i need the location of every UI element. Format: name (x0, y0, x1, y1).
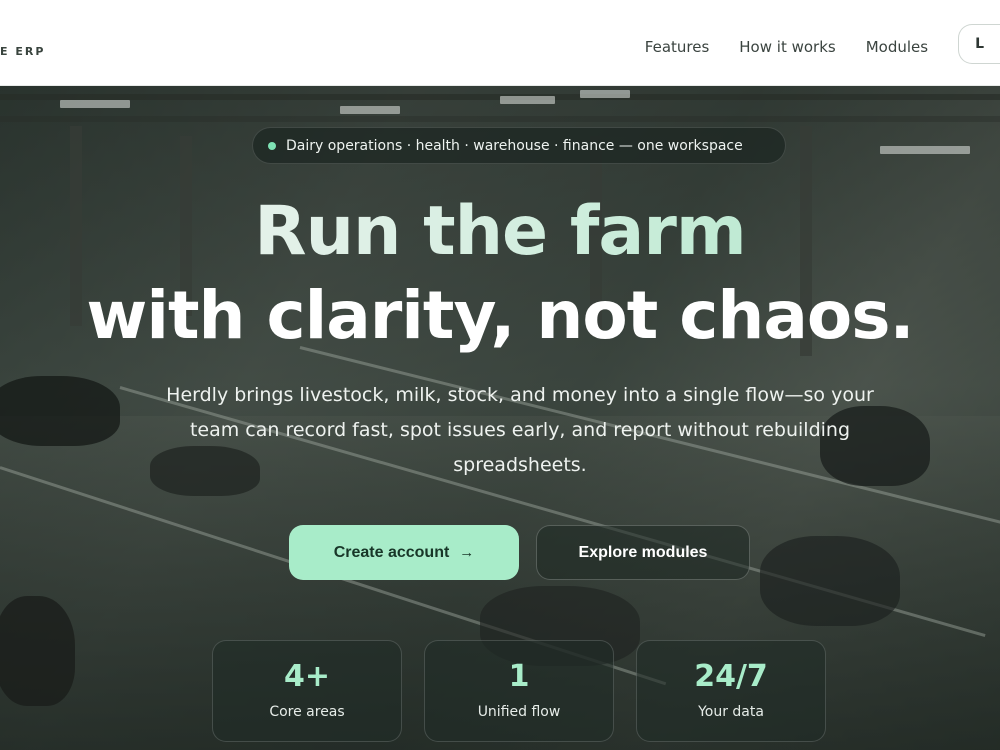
create-account-button[interactable]: Create account → (289, 525, 519, 580)
headline-line-1: Run the farm (0, 192, 1000, 272)
status-dot-icon (268, 141, 276, 150)
create-account-label: Create account (333, 543, 450, 561)
stat-value: 24/7 (694, 659, 768, 694)
roof-beam (0, 116, 1000, 122)
explore-modules-button[interactable]: Explore modules (536, 525, 750, 580)
roof-light (60, 100, 130, 108)
stat-card-unified-flow: 1 Unified flow (424, 640, 614, 742)
hero-tag-text: Dairy operations · health · warehouse · … (286, 137, 743, 154)
stat-card-core-areas: 4+ Core areas (212, 640, 402, 742)
headline-line-2: with clarity, not chaos. (86, 277, 914, 354)
stat-card-your-data: 24/7 Your data (636, 640, 826, 742)
main-nav: Features How it works Modules L (645, 24, 1000, 64)
hero-subtext: Herdly brings livestock, milk, stock, an… (166, 384, 874, 476)
stat-label: Core areas (269, 704, 345, 720)
cow-silhouette (0, 376, 120, 446)
nav-link-features[interactable]: Features (645, 38, 710, 56)
stat-value: 1 (508, 659, 530, 694)
roof-light (880, 146, 970, 154)
arrow-right-icon: → (459, 544, 475, 561)
stat-value: 4+ (283, 659, 330, 694)
stat-label: Your data (698, 704, 764, 720)
cow-silhouette (0, 596, 75, 706)
cow-silhouette (760, 536, 900, 626)
login-button[interactable]: L (958, 24, 1000, 64)
roof-light (340, 106, 400, 114)
brand-logo-text[interactable]: E ERP (0, 45, 45, 58)
nav-link-modules[interactable]: Modules (866, 38, 928, 56)
hero-tag-pill: Dairy operations · health · warehouse · … (252, 127, 786, 164)
roof-light (580, 90, 630, 98)
stat-label: Unified flow (477, 704, 561, 720)
roof-light (500, 96, 555, 104)
nav-link-how-it-works[interactable]: How it works (739, 38, 835, 56)
site-header: E ERP Features How it works Modules L (0, 0, 1000, 86)
